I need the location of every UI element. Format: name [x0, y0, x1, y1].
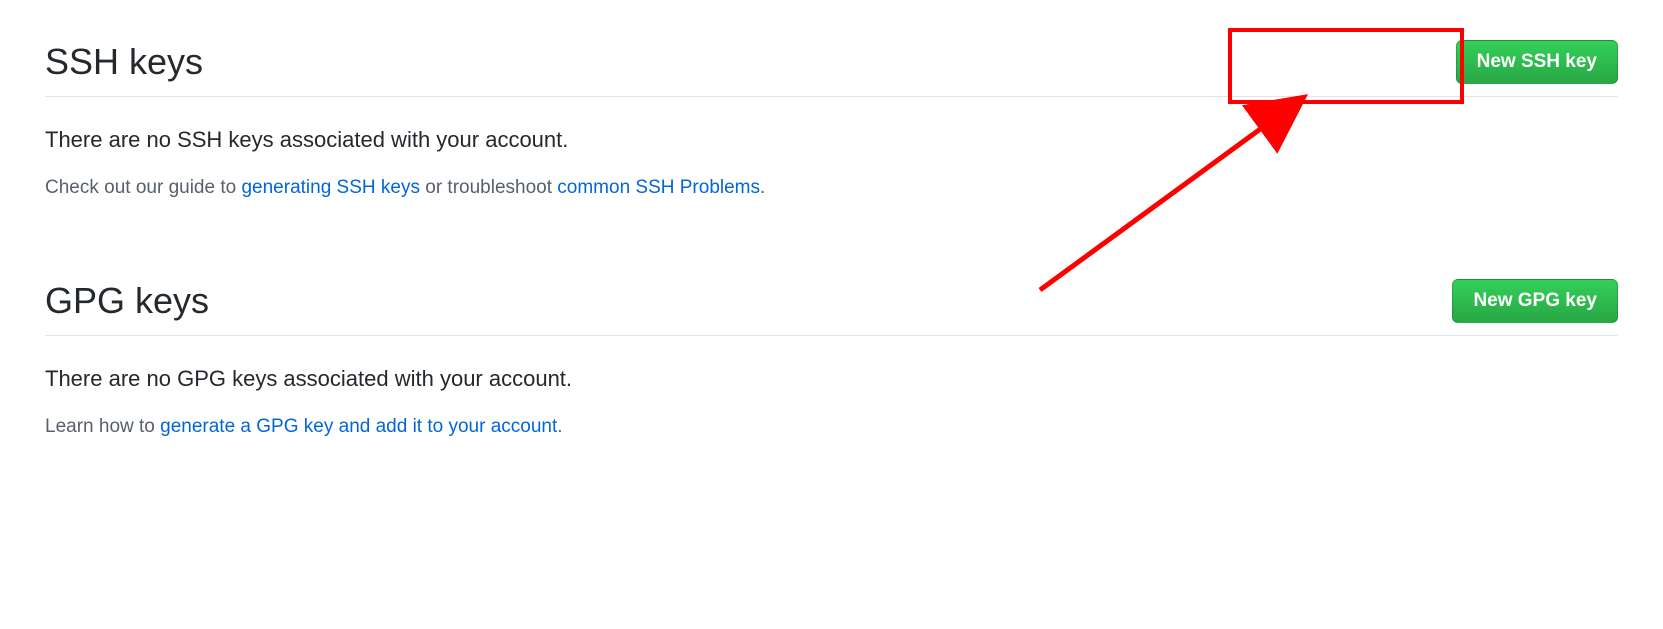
- ssh-help-prefix: Check out our guide to: [45, 177, 241, 198]
- new-gpg-key-button[interactable]: New GPG key: [1452, 279, 1618, 323]
- ssh-help-middle: or troubleshoot: [420, 177, 557, 198]
- gpg-section-header: GPG keys New GPG key: [45, 279, 1618, 336]
- common-ssh-problems-link[interactable]: common SSH Problems: [557, 177, 760, 198]
- ssh-help-text: Check out our guide to generating SSH ke…: [45, 177, 1618, 199]
- generate-gpg-key-link[interactable]: generate a GPG key and add it to your ac…: [160, 416, 557, 437]
- gpg-empty-message: There are no GPG keys associated with yo…: [45, 366, 1618, 392]
- ssh-keys-title: SSH keys: [45, 41, 203, 83]
- gpg-keys-section: GPG keys New GPG key There are no GPG ke…: [45, 279, 1618, 438]
- gpg-help-text: Learn how to generate a GPG key and add …: [45, 416, 1618, 438]
- gpg-help-prefix: Learn how to: [45, 416, 160, 437]
- gpg-keys-title: GPG keys: [45, 280, 209, 322]
- ssh-keys-section: SSH keys New SSH key There are no SSH ke…: [45, 40, 1618, 199]
- ssh-help-suffix: .: [760, 177, 765, 198]
- generating-ssh-keys-link[interactable]: generating SSH keys: [241, 177, 420, 198]
- ssh-section-header: SSH keys New SSH key: [45, 40, 1618, 97]
- ssh-empty-message: There are no SSH keys associated with yo…: [45, 127, 1618, 153]
- gpg-help-suffix: .: [557, 416, 562, 437]
- new-ssh-key-button[interactable]: New SSH key: [1456, 40, 1618, 84]
